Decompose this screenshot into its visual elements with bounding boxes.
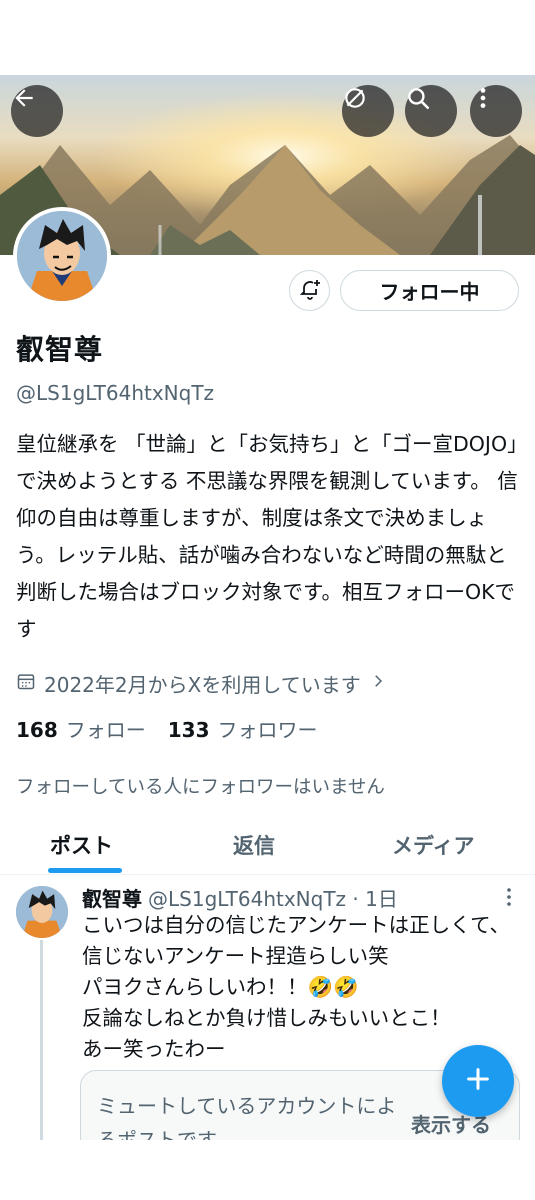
followers-link[interactable]: 133 フォロワー	[168, 714, 318, 743]
post-meta: @LS1gLT64htxNqTz · 1日	[148, 887, 398, 911]
notifications-button[interactable]	[289, 270, 330, 311]
avatar-image	[17, 211, 107, 301]
post-avatar-image	[16, 886, 68, 938]
more-options-button[interactable]	[470, 85, 522, 137]
follow-stats: 168 フォロー 133 フォロワー	[16, 714, 318, 743]
calendar-icon	[16, 671, 36, 696]
joined-date[interactable]: 2022年2月からXを利用しています	[16, 668, 387, 698]
followers-count: 133	[167, 718, 210, 742]
tab-posts[interactable]: ポスト	[50, 830, 113, 860]
thread-line	[40, 940, 43, 1140]
bell-plus-icon	[298, 277, 322, 305]
tab-replies[interactable]: 返信	[233, 830, 275, 860]
active-tab-indicator	[48, 868, 122, 873]
profile-bio: 皇位継承を 「世論」と「お気持ち」と「ゴー宣DOJO」で決めようとする 不思議な…	[16, 432, 518, 641]
no-mutual-followers: フォローしている人にフォロワーはいません	[16, 777, 385, 798]
followers-label: フォロワー	[217, 718, 318, 742]
post-text: こいつは自分の信じたアンケートは正しくて、信じないアンケート捏造らしい笑 パヨク…	[82, 913, 511, 1061]
following-link[interactable]: 168 フォロー	[16, 714, 146, 743]
bottom-area	[0, 1140, 535, 1200]
following-button[interactable]: フォロー中	[340, 270, 519, 311]
post-avatar[interactable]	[16, 886, 68, 938]
search-button[interactable]	[405, 85, 457, 137]
following-label: フォロー	[65, 718, 146, 742]
post-more-icon[interactable]	[500, 886, 518, 912]
chevron-right-icon	[369, 671, 387, 695]
joined-text: 2022年2月からXを利用しています	[44, 672, 361, 697]
hide-profile-button[interactable]	[342, 85, 394, 137]
profile-handle: @LS1gLT64htxNqTz	[16, 381, 215, 405]
profile-name: 叡智尊	[16, 333, 104, 366]
back-button[interactable]	[11, 85, 63, 137]
following-count: 168	[16, 718, 58, 742]
profile-avatar[interactable]	[13, 207, 111, 305]
post-header: 叡智尊 @LS1gLT64htxNqTz · 1日	[82, 883, 398, 912]
tab-media[interactable]: メディア	[392, 830, 475, 860]
compose-button[interactable]	[442, 1045, 514, 1117]
plus-icon	[464, 1065, 492, 1097]
post-author-name[interactable]: 叡智尊	[82, 883, 142, 912]
profile-tabs: ポスト 返信 メディア	[0, 820, 535, 875]
